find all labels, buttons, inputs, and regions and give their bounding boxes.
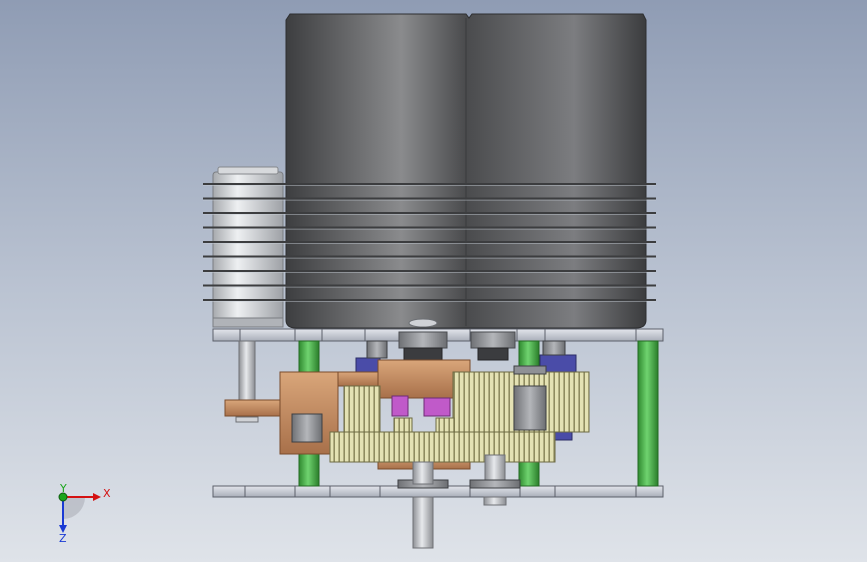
z-axis-label: Z — [59, 532, 67, 545]
gearbox-assembly-drawing: X Y Z — [58, 13, 664, 549]
magenta-sleeve-bearings[interactable] — [391, 395, 451, 417]
cad-viewport[interactable]: X Y Z — [0, 0, 867, 562]
coordinate-triad[interactable]: X Y Z — [58, 482, 111, 545]
capacitor-canister[interactable] — [212, 166, 284, 328]
x-axis-label: X — [103, 487, 111, 500]
motor-housing[interactable] — [285, 13, 647, 329]
spur-gear-stack[interactable] — [329, 371, 590, 463]
y-axis-label: Y — [59, 482, 67, 495]
